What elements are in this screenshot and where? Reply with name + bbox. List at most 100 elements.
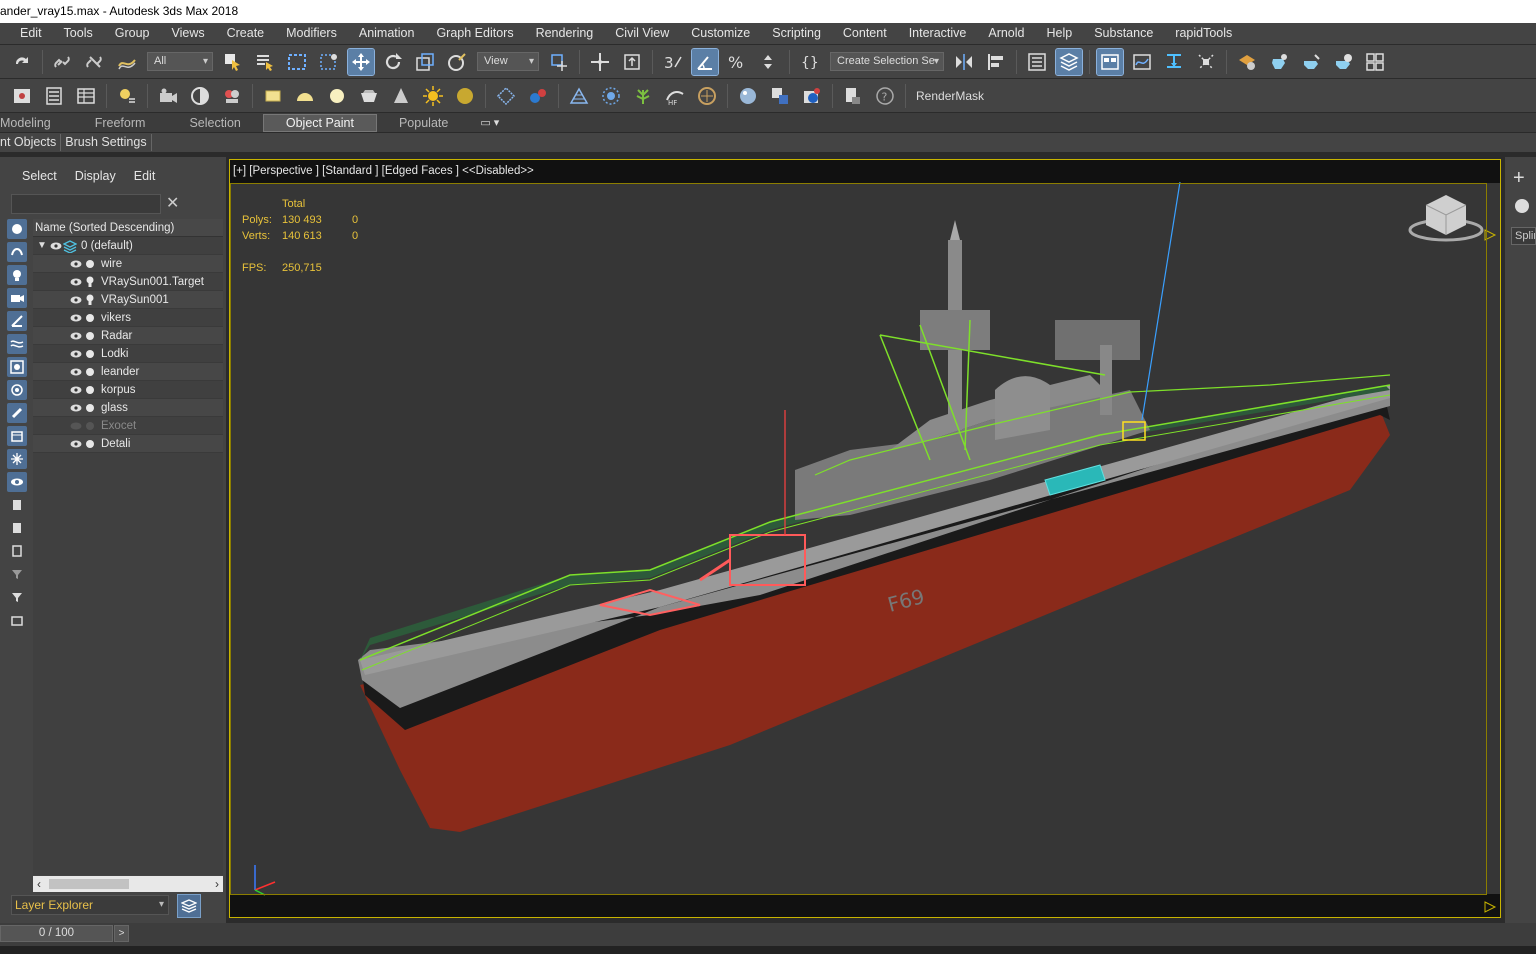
object-row-vikers[interactable]: vikers <box>33 309 223 327</box>
eye-icon[interactable] <box>69 275 83 289</box>
menu-create[interactable]: Create <box>216 23 276 44</box>
ribbon-tab-modeling[interactable]: Modeling <box>0 113 73 133</box>
ribbon-tab-object-paint[interactable]: Object Paint <box>262 113 377 132</box>
explorer-menu-select[interactable]: Select <box>22 169 57 183</box>
light-lister-icon[interactable] <box>114 83 140 109</box>
spot-light-icon[interactable] <box>388 83 414 109</box>
menu-rendering[interactable]: Rendering <box>525 23 605 44</box>
perspective-viewport[interactable]: F69 [+] [Perspective ] [Standard ] [Edge… <box>229 159 1501 918</box>
time-slider[interactable]: 0 / 100 <box>0 925 113 942</box>
ribbon-options-icon[interactable]: ▭ ▾ <box>480 116 499 129</box>
render-production-icon[interactable] <box>1298 49 1324 75</box>
redo-icon[interactable] <box>9 49 35 75</box>
unlink-selection-icon[interactable] <box>82 49 108 75</box>
explorer-type-dropdown[interactable]: Layer Explorer <box>11 895 169 915</box>
eye-icon[interactable] <box>69 383 83 397</box>
eye-icon[interactable] <box>69 293 83 307</box>
layer-tree-header[interactable]: Name (Sorted Descending) <box>33 219 223 237</box>
sphere-light-icon[interactable] <box>324 83 350 109</box>
display-all-icon[interactable] <box>7 495 27 515</box>
object-row-vraysun-target[interactable]: VRaySun001.Target <box>33 273 223 291</box>
groups-filter-icon[interactable] <box>7 357 27 377</box>
filter-funnel-icon[interactable] <box>7 587 27 607</box>
explorer-menu-display[interactable]: Display <box>75 169 116 183</box>
table-view-icon[interactable] <box>73 83 99 109</box>
percent-snap-icon[interactable]: % <box>724 49 750 75</box>
eye-icon[interactable] <box>69 311 83 325</box>
menu-customize[interactable]: Customize <box>680 23 761 44</box>
menu-content[interactable]: Content <box>832 23 898 44</box>
named-selection-sets-dropdown[interactable]: Create Selection Se <box>830 52 944 71</box>
scroll-left-icon[interactable]: ‹ <box>37 876 41 892</box>
collapse-arrow-icon[interactable]: ▼ <box>37 240 49 251</box>
geometry-filter-icon[interactable] <box>7 219 27 239</box>
invert-display-icon[interactable] <box>7 541 27 561</box>
select-and-manipulate-icon[interactable] <box>587 49 613 75</box>
menu-tools[interactable]: Tools <box>53 23 104 44</box>
eye-icon[interactable] <box>69 365 83 379</box>
plant-icon[interactable] <box>630 83 656 109</box>
explorer-search-input[interactable] <box>11 194 161 214</box>
snaps-toggle-icon[interactable]: 3 <box>660 49 686 75</box>
dome-light-icon[interactable] <box>292 83 318 109</box>
displacement-icon[interactable] <box>566 83 592 109</box>
menu-views[interactable]: Views <box>160 23 215 44</box>
render-in-cloud-icon[interactable] <box>1330 49 1356 75</box>
material-sphere-icon[interactable] <box>735 83 761 109</box>
viewport-label-menu[interactable]: [+] [Perspective ] [Standard ] [Edged Fa… <box>233 165 534 177</box>
menu-help[interactable]: Help <box>1036 23 1084 44</box>
proxy-icon[interactable] <box>493 83 519 109</box>
object-type-dropdown[interactable]: Splin <box>1511 227 1536 245</box>
render-elements-icon[interactable] <box>219 83 245 109</box>
eye-hidden-icon[interactable] <box>69 419 83 433</box>
object-row-lodki[interactable]: Lodki <box>33 345 223 363</box>
fur-icon[interactable] <box>525 83 551 109</box>
sphere-fade-icon[interactable] <box>598 83 624 109</box>
angle-snap-icon[interactable] <box>691 47 719 76</box>
ribbon-panel-brush-settings[interactable]: Brush Settings <box>61 134 152 151</box>
material-editor-icon[interactable] <box>1193 49 1219 75</box>
helpers-filter-icon[interactable] <box>7 311 27 331</box>
object-row-glass[interactable]: glass <box>33 399 223 417</box>
horizontal-scrollbar[interactable]: ‹ › <box>33 876 223 892</box>
sun-light-icon[interactable] <box>420 83 446 109</box>
select-and-move-icon[interactable] <box>347 47 375 76</box>
object-row-leander[interactable]: leander <box>33 363 223 381</box>
hair-icon[interactable]: HF <box>662 83 688 109</box>
space-warps-filter-icon[interactable] <box>7 334 27 354</box>
eye-icon[interactable] <box>69 437 83 451</box>
eye-icon[interactable] <box>69 347 83 361</box>
schematic-view-icon[interactable] <box>1161 49 1187 75</box>
ribbon-tab-selection[interactable]: Selection <box>167 113 262 133</box>
menu-modifiers[interactable]: Modifiers <box>275 23 348 44</box>
bind-to-space-warp-icon[interactable] <box>114 49 140 75</box>
object-row-korpus[interactable]: korpus <box>33 381 223 399</box>
toggle-ribbon-icon[interactable] <box>1096 47 1124 76</box>
eye-icon[interactable] <box>69 329 83 343</box>
layer-explorer-toggle-icon[interactable] <box>177 894 201 918</box>
menu-substance[interactable]: Substance <box>1083 23 1164 44</box>
menu-arnold[interactable]: Arnold <box>977 23 1035 44</box>
toggle-scene-explorer-icon[interactable] <box>1024 49 1050 75</box>
select-and-rotate-icon[interactable] <box>380 49 406 75</box>
menu-group[interactable]: Group <box>104 23 161 44</box>
create-tab-icon[interactable]: + <box>1513 167 1525 190</box>
window-crossing-icon[interactable] <box>316 49 342 75</box>
next-frame-button[interactable]: > <box>114 925 129 942</box>
curve-editor-icon[interactable] <box>1129 49 1155 75</box>
display-none-icon[interactable] <box>7 518 27 538</box>
render-setup-icon[interactable] <box>1234 49 1260 75</box>
help-icon[interactable]: ? <box>872 83 898 109</box>
containers-filter-icon[interactable] <box>7 426 27 446</box>
ribbon-tab-freeform[interactable]: Freeform <box>73 113 168 133</box>
layer-row-default[interactable]: ▼ 0 (default) <box>33 237 223 255</box>
mesh-clipper-icon[interactable] <box>694 83 720 109</box>
render-mask-label[interactable]: RenderMask <box>916 89 984 103</box>
menu-rapidtools[interactable]: rapidTools <box>1164 23 1243 44</box>
object-row-radar[interactable]: Radar <box>33 327 223 345</box>
file-convert-icon[interactable] <box>840 83 866 109</box>
object-row-vraysun[interactable]: VRaySun001 <box>33 291 223 309</box>
bones-filter-icon[interactable] <box>7 403 27 423</box>
menu-animation[interactable]: Animation <box>348 23 426 44</box>
use-pivot-center-icon[interactable] <box>546 49 572 75</box>
